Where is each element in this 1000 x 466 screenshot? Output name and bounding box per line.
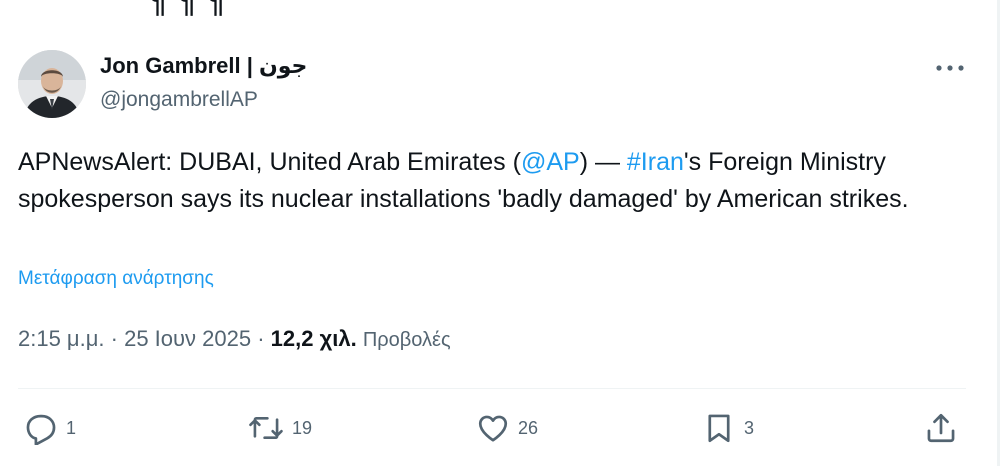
like-count: 26 — [518, 417, 539, 438]
share-icon — [927, 413, 955, 443]
reply-button[interactable]: 1 — [24, 408, 76, 448]
tweet-meta: 2:15 μ.μ. · 25 Ιουν 2025 · 12,2 χιλ. Προ… — [18, 326, 451, 352]
meta-separator: · — [104, 326, 125, 351]
meta-separator: · — [251, 326, 271, 351]
tweet-time[interactable]: 2:15 μ.μ. — [18, 326, 105, 351]
bookmark-button[interactable]: 3 — [702, 408, 754, 448]
bookmark-count: 3 — [744, 417, 755, 438]
like-button[interactable]: 26 — [476, 408, 538, 448]
author-name[interactable]: Jon Gambrell | جون — [100, 53, 307, 79]
tweet: Jon Gambrell | جون @jongambrellAP APNews… — [0, 0, 1000, 466]
author-handle[interactable]: @jongambrellAP — [100, 88, 258, 112]
retweet-button[interactable]: 19 — [248, 408, 312, 448]
reply-count: 1 — [66, 417, 77, 438]
divider — [18, 388, 966, 389]
avatar[interactable] — [18, 50, 86, 118]
retweet-icon — [249, 416, 283, 440]
tweet-date[interactable]: 25 Ιουν 2025 — [124, 326, 251, 351]
tweet-text: APNewsAlert: DUBAI, United Arab Emirates… — [18, 144, 968, 218]
retweet-count: 19 — [292, 417, 313, 438]
more-options-button[interactable] — [932, 56, 968, 80]
avatar-photo-icon — [18, 50, 86, 118]
hashtag-link[interactable]: #Iran — [627, 148, 684, 176]
heart-icon — [478, 415, 508, 442]
translate-post-link[interactable]: Μετάφραση ανάρτησης — [18, 268, 214, 290]
mention-link[interactable]: @AP — [521, 148, 580, 176]
tweet-text-part: ) — — [579, 148, 627, 176]
views-label: Προβολές — [362, 329, 451, 351]
share-button[interactable] — [924, 408, 958, 448]
reply-icon — [26, 414, 56, 445]
views-count[interactable]: 12,2 χιλ. — [271, 326, 357, 351]
more-dots-icon — [936, 65, 964, 71]
bookmark-icon — [708, 414, 730, 443]
tweet-text-part: APNewsAlert: DUBAI, United Arab Emirates… — [18, 148, 521, 176]
